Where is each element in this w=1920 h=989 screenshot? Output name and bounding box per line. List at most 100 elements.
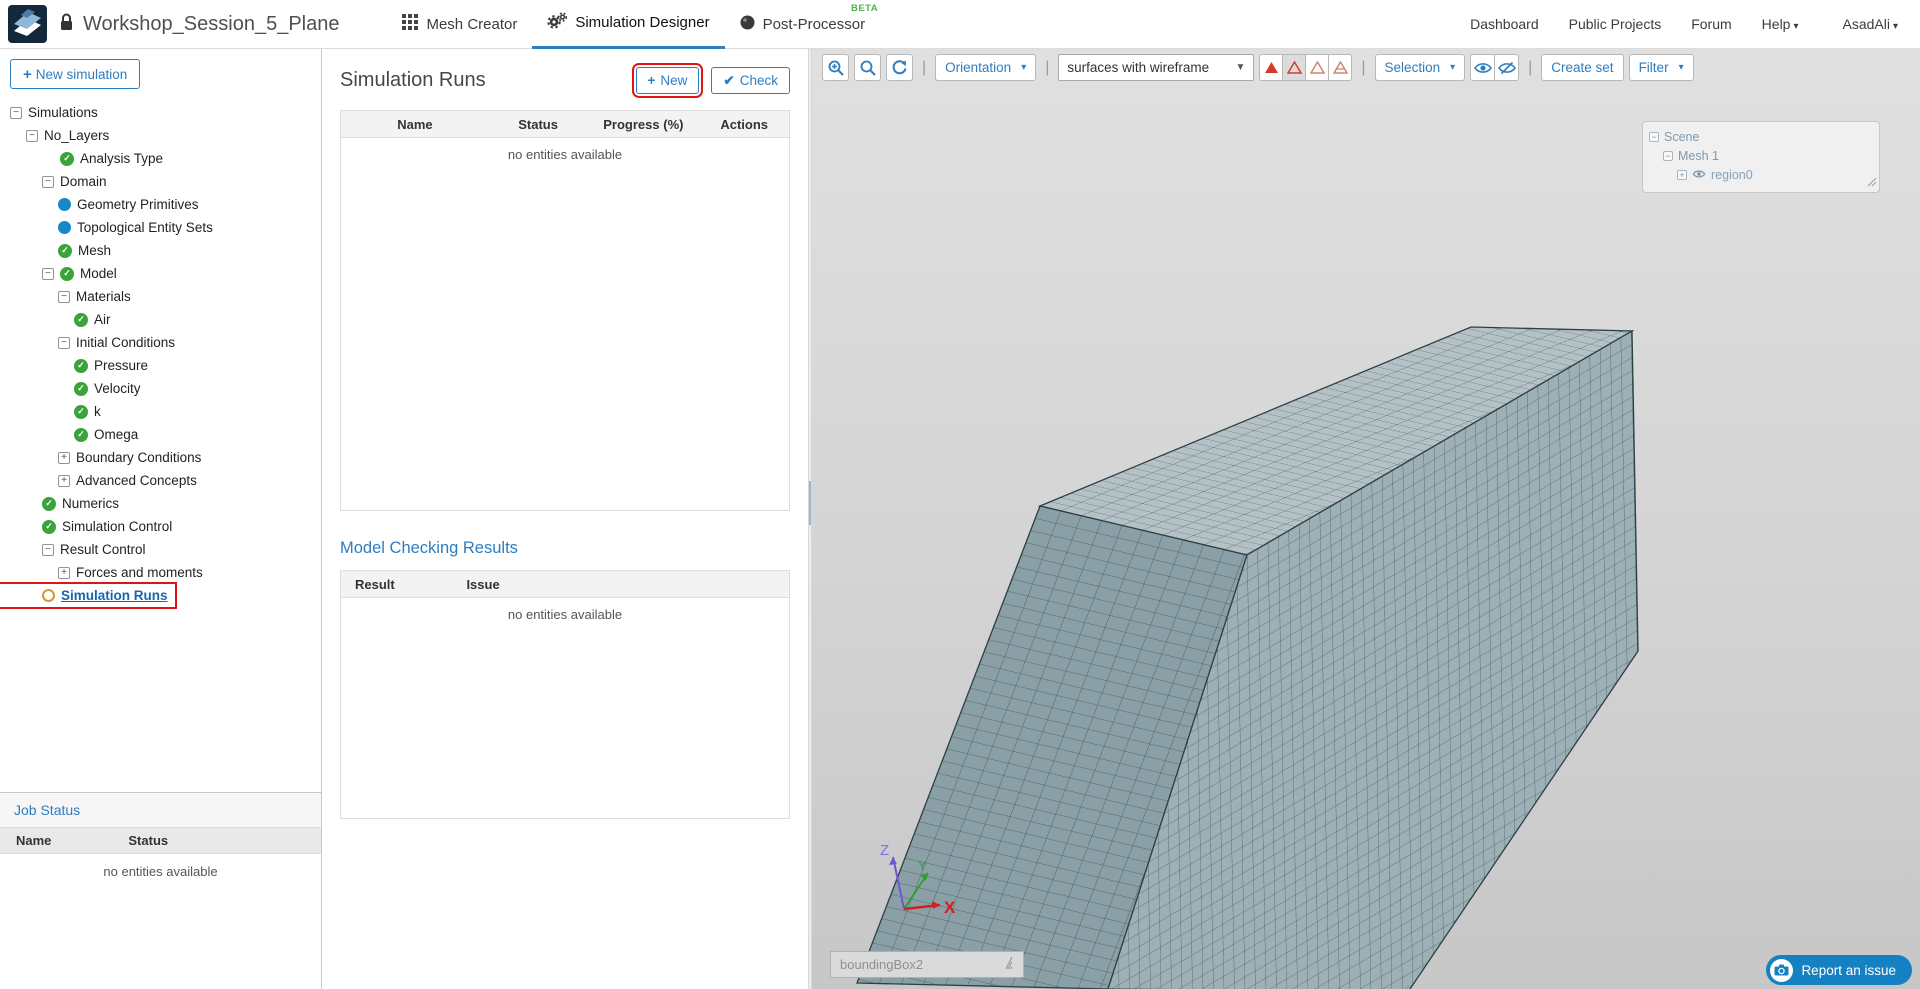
tab-mesh-creator[interactable]: Mesh Creator xyxy=(387,0,532,49)
tab-simulation-designer[interactable]: Simulation Designer xyxy=(532,0,725,49)
tree-item-air[interactable]: ✓ Air xyxy=(0,308,118,331)
eye-icon[interactable] xyxy=(1692,168,1706,182)
tree-item-domain[interactable]: − Domain xyxy=(0,170,114,193)
toolbar-separator: | xyxy=(1045,58,1050,76)
report-issue-button[interactable]: Report an issue xyxy=(1766,955,1912,985)
tree-item-numerics[interactable]: ✓ Numerics xyxy=(0,492,126,515)
tree-item-label[interactable]: k xyxy=(94,404,101,419)
tree-item-label[interactable]: Model xyxy=(80,266,117,281)
tree-item-advanced-concepts[interactable]: + Advanced Concepts xyxy=(0,469,204,492)
app-logo[interactable] xyxy=(8,5,47,43)
new-simulation-button[interactable]: + New simulation xyxy=(10,59,141,89)
tree-item-boundary-conditions[interactable]: + Boundary Conditions xyxy=(0,446,208,469)
nav-public-projects[interactable]: Public Projects xyxy=(1569,16,1662,32)
tree-item-velocity[interactable]: ✓ Velocity xyxy=(0,377,148,400)
tree-item-label[interactable]: Simulation Runs xyxy=(61,588,168,603)
nav-forum[interactable]: Forum xyxy=(1691,16,1731,32)
collapse-icon[interactable]: − xyxy=(1649,131,1659,142)
user-menu[interactable]: AsadAli ▾ xyxy=(1843,16,1899,32)
tree-item-label[interactable]: Materials xyxy=(76,289,131,304)
nav-dashboard[interactable]: Dashboard xyxy=(1470,16,1539,32)
create-set-button[interactable]: Create set xyxy=(1541,54,1624,81)
collapse-icon[interactable]: − xyxy=(42,175,54,188)
collapse-icon[interactable]: − xyxy=(26,129,38,142)
tree-item-forces-and-moments[interactable]: + Forces and moments xyxy=(0,561,210,584)
orientation-dropdown[interactable]: Orientation ▾ xyxy=(935,54,1037,81)
tree-item-materials[interactable]: − Materials xyxy=(0,285,138,308)
tree-item-label[interactable]: Analysis Type xyxy=(80,151,163,166)
expand-icon[interactable]: + xyxy=(58,474,70,487)
tree-item-label[interactable]: Initial Conditions xyxy=(76,335,175,350)
scene-tree-item-mesh-1[interactable]: − Mesh 1 xyxy=(1649,146,1873,165)
tree-item-analysis-type[interactable]: ✓ Analysis Type xyxy=(0,147,170,170)
help-menu[interactable]: Help ▾ xyxy=(1762,16,1799,32)
viewport-3d[interactable]: | Orientation ▾ | surfaces with wirefram… xyxy=(812,49,1920,989)
tree-item-label[interactable]: Mesh xyxy=(78,243,111,258)
collapse-icon[interactable]: − xyxy=(58,336,70,349)
x-axis-label: X xyxy=(944,898,956,917)
scene-tree-item-scene[interactable]: − Scene xyxy=(1649,127,1873,146)
tree-item-label[interactable]: No_Layers xyxy=(44,128,109,143)
check-circle-icon: ✓ xyxy=(60,151,74,166)
expand-icon[interactable]: + xyxy=(58,566,70,579)
tree-item-label[interactable]: Numerics xyxy=(62,496,119,511)
zoom-fit-button[interactable] xyxy=(854,54,881,81)
show-all-button[interactable] xyxy=(1470,54,1496,81)
axis-triad[interactable]: Z Y X xyxy=(862,837,962,927)
tree-item-result-control[interactable]: − Result Control xyxy=(0,538,153,561)
tree-item-label[interactable]: Geometry Primitives xyxy=(77,197,199,212)
check-button[interactable]: ✔ Check xyxy=(711,67,790,94)
collapse-icon[interactable]: − xyxy=(42,543,54,556)
tree-item-omega[interactable]: ✓ Omega xyxy=(0,423,145,446)
expand-icon[interactable]: + xyxy=(1677,169,1687,180)
runs-table: Name Status Progress (%) Actions no enti… xyxy=(340,110,790,511)
tree-item-label[interactable]: Topological Entity Sets xyxy=(77,220,213,235)
tab-post-processor[interactable]: Post-Processor BETA xyxy=(725,0,881,49)
zoom-in-button[interactable] xyxy=(822,54,849,81)
tree-item-geometry-primitives[interactable]: Geometry Primitives xyxy=(0,193,206,216)
tree-item-mesh[interactable]: ✓ Mesh xyxy=(0,239,118,262)
collapse-icon[interactable]: − xyxy=(58,290,70,303)
hide-selection-button[interactable] xyxy=(1494,54,1520,81)
tree-item-label[interactable]: Result Control xyxy=(60,542,146,557)
expand-icon[interactable]: + xyxy=(58,451,70,464)
tree-item-simulation-runs[interactable]: Simulation Runs xyxy=(0,582,177,609)
scene-tree-item-region0[interactable]: + region0 xyxy=(1649,165,1873,184)
check-circle-icon: ✓ xyxy=(74,312,88,327)
tree-item-label[interactable]: Air xyxy=(94,312,111,327)
chevron-down-icon: ▼ xyxy=(1235,62,1246,73)
collapse-icon[interactable]: − xyxy=(1663,150,1673,161)
tree-item-label[interactable]: Forces and moments xyxy=(76,565,203,580)
tree-item-label[interactable]: Simulations xyxy=(28,105,98,120)
mesh-quality-solid-button[interactable] xyxy=(1259,54,1284,81)
resize-grip-icon[interactable] xyxy=(1004,955,1014,974)
resize-grip-icon[interactable] xyxy=(1867,176,1877,190)
tree-item-initial-conditions[interactable]: − Initial Conditions xyxy=(0,331,182,354)
tree-item-simulations[interactable]: − Simulations xyxy=(0,101,105,124)
tree-item-label[interactable]: Omega xyxy=(94,427,138,442)
tree-item-label[interactable]: Simulation Control xyxy=(62,519,172,534)
refresh-view-button[interactable] xyxy=(886,54,913,81)
tree-item-no-layers[interactable]: − No_Layers xyxy=(0,124,116,147)
new-run-button[interactable]: + New xyxy=(631,63,704,98)
tree-item-label[interactable]: Pressure xyxy=(94,358,148,373)
tree-item-model[interactable]: − ✓ Model xyxy=(0,262,124,285)
filter-dropdown[interactable]: Filter ▾ xyxy=(1628,54,1694,81)
tree-item-label[interactable]: Advanced Concepts xyxy=(76,473,197,488)
mesh-quality-outline-button[interactable] xyxy=(1282,54,1307,81)
tree-item-label[interactable]: Domain xyxy=(60,174,107,189)
tree-item-pressure[interactable]: ✓ Pressure xyxy=(0,354,155,377)
selection-dropdown[interactable]: Selection ▾ xyxy=(1374,54,1466,81)
tree-item-k[interactable]: ✓ k xyxy=(0,400,108,423)
mesh-quality-light-button[interactable] xyxy=(1305,54,1330,81)
tree-item-simulation-control[interactable]: ✓ Simulation Control xyxy=(0,515,179,538)
mesh-quality-clip-button[interactable] xyxy=(1328,54,1353,81)
render-mode-select[interactable]: surfaces with wireframe ▼ xyxy=(1058,54,1255,81)
collapse-icon[interactable]: − xyxy=(10,106,22,119)
collapse-icon[interactable]: − xyxy=(42,267,54,280)
bounding-box-input[interactable]: boundingBox2 xyxy=(830,951,1024,978)
tree-item-topological-entity-sets[interactable]: Topological Entity Sets xyxy=(0,216,220,239)
tree-item-label[interactable]: Velocity xyxy=(94,381,141,396)
tree-item-label[interactable]: Boundary Conditions xyxy=(76,450,201,465)
